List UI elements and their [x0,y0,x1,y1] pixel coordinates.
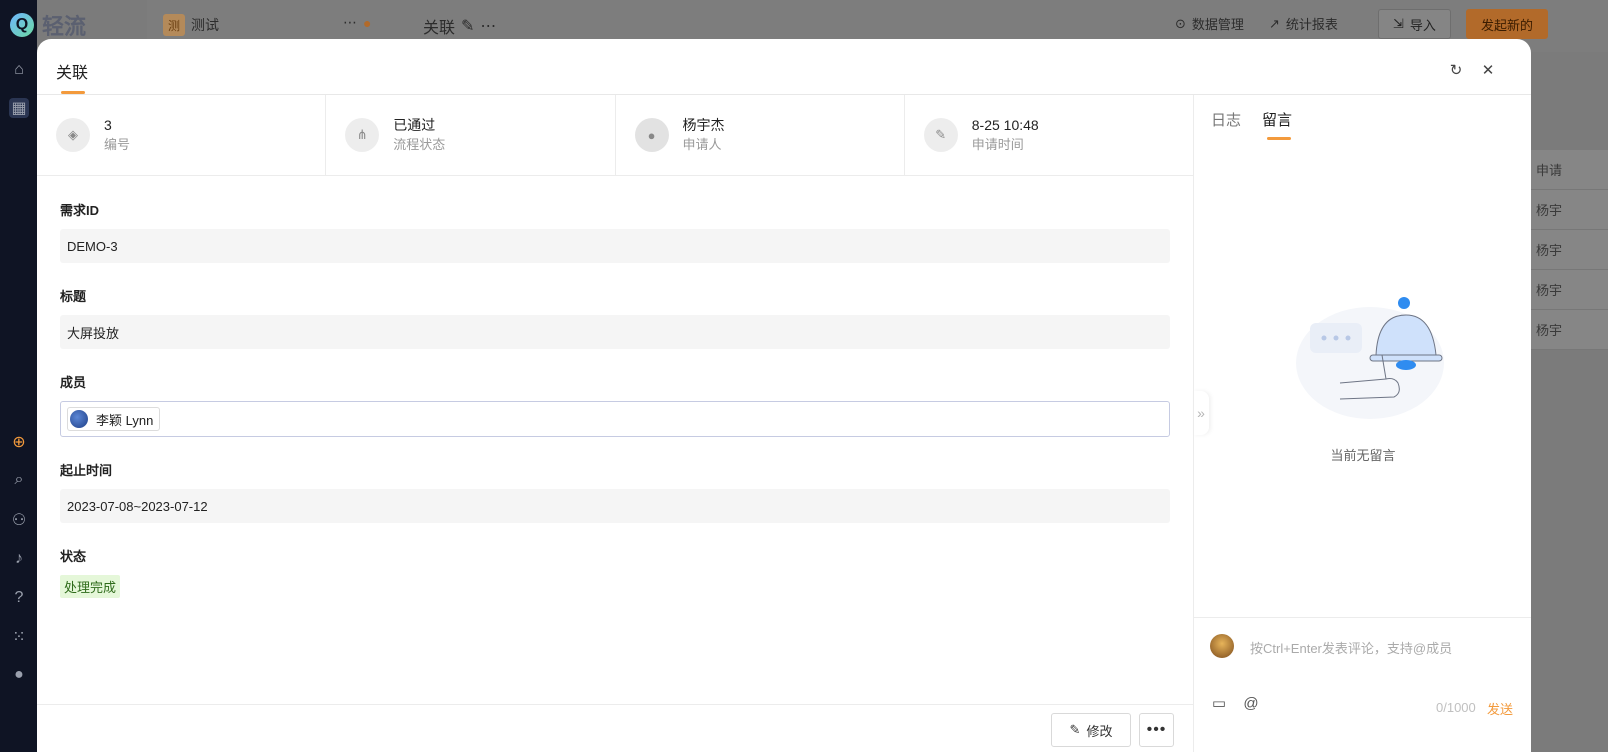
empty-bell-illustration [1296,297,1444,419]
modal-title: 关联 [56,65,89,82]
apply-time-value: 8-25 10:48 [971,117,1039,133]
period-value: 2023-07-08~2023-07-12 [60,489,1170,523]
users-icon[interactable]: ⚇ [9,510,29,530]
apps-icon[interactable]: ▦ [9,98,29,118]
user-avatar[interactable]: ● [9,665,29,685]
serial-value: 3 [104,117,112,133]
flow-status-value: 已通过 [393,117,436,133]
avatar [1210,634,1234,658]
req-id-value: DEMO-3 [60,229,1170,263]
bg-table-column: 申请 杨宇 杨宇 杨宇 杨宇 [1530,150,1608,350]
record-detail: ◈ 3 编号 ⋔ 已通过 流程状态 ● 杨宇杰 申请人 ✎ 8-25 10:48… [37,95,1193,752]
start-new-label: 发起新的 [1481,17,1534,33]
edit-icon: ✎ [923,118,958,152]
field-label: 状态 [60,549,87,564]
field-req-id: 需求ID DEMO-3 [60,200,1170,263]
table-cell: 杨宇 [1530,230,1608,270]
import-button[interactable]: ⇲ 导入 [1378,9,1451,39]
home-icon[interactable]: ⌂ [9,60,29,80]
bell-icon[interactable]: ♪ [9,549,29,569]
more-icon[interactable]: ⋯ ● [343,14,371,31]
info-serial: ◈ 3 编号 [37,95,327,175]
edit-label: 修改 [1086,723,1113,739]
modal-header: 关联 ↻ ✕ [37,39,1531,95]
more-button[interactable]: ••• [1139,713,1174,747]
logo-text: 轻流 [42,14,87,39]
member-name: 李颖 Lynn [96,412,154,428]
comment-panel: 日志 留言 当前无留言 按Ctrl+Enter发表评论，支持@成员 ▭ @ 0/… [1193,95,1531,752]
flow-icon: ⋔ [345,118,380,152]
panel-tabs: 日志 留言 [1194,95,1531,145]
field-label: 成员 [60,375,87,390]
info-applicant: ● 杨宇杰 申请人 [616,95,905,175]
field-period: 起止时间 2023-07-08~2023-07-12 [60,460,1170,523]
close-icon[interactable]: ✕ [1479,61,1497,79]
avatar [70,410,88,428]
mention-icon[interactable]: @ [1242,694,1260,712]
field-label: 需求ID [60,203,100,218]
tab-underline [1267,137,1291,140]
record-modal: 关联 ↻ ✕ ◈ 3 编号 ⋔ 已通过 流程状态 ● 杨宇杰 申请人 ✎ 8-2… [37,39,1531,752]
tab-relation[interactable]: 关联 ✎ ⋯ [423,14,496,38]
app-name: 测试 [191,17,219,33]
serial-label: 编号 [104,137,131,152]
app-title[interactable]: 测 测试 [163,14,219,36]
field-title: 标题 大屏投放 [60,286,1170,349]
chart-icon: ↗ [1269,15,1280,31]
tab-comments[interactable]: 留言 [1262,109,1292,130]
char-count: 0/1000 [1436,700,1476,715]
data-manage-label: 数据管理 [1191,17,1244,32]
send-button[interactable]: 发送 [1487,699,1513,718]
logo-q-icon: Q [10,13,34,37]
app-logo: Q 轻流 [10,10,130,40]
badge-icon: ◈ [56,118,90,152]
field-status: 状态 处理完成 [60,546,1170,598]
member-chip[interactable]: 李颖 Lynn [67,407,161,431]
info-flow-status: ⋔ 已通过 流程状态 [326,95,616,175]
tab-log[interactable]: 日志 [1211,109,1241,130]
record-form: 需求ID DEMO-3 标题 大屏投放 成员 李颖 Lynn 起止时间 2023… [37,176,1193,598]
flow-status-label: 流程状态 [393,137,446,152]
search-icon[interactable]: ⌕ [9,470,29,490]
title-value: 大屏投放 [60,315,1170,349]
comment-composer: 按Ctrl+Enter发表评论，支持@成员 ▭ @ 0/1000 发送 [1194,617,1531,752]
field-member: 成员 李颖 Lynn [60,372,1170,437]
stats-report-link[interactable]: ↗ 统计报表 [1269,14,1338,33]
folder-icon[interactable]: ▭ [1210,694,1228,712]
title-underline [61,91,85,94]
applicant-value: 杨宇杰 [682,117,725,133]
member-field: 李颖 Lynn [60,401,1170,437]
tab-relation-label: 关联 [423,20,456,37]
info-apply-time: ✎ 8-25 10:48 申请时间 [905,95,1193,175]
grid-icon[interactable]: ⁙ [9,627,29,647]
comment-input[interactable]: 按Ctrl+Enter发表评论，支持@成员 [1250,638,1452,657]
add-icon[interactable]: ⊕ [9,432,29,452]
table-cell: 杨宇 [1530,270,1608,310]
wrench-icon[interactable]: ✎ [461,16,474,36]
status-badge: 处理完成 [60,575,121,598]
import-icon: ⇲ [1393,16,1404,31]
empty-state-text: 当前无留言 [1330,448,1396,463]
stats-report-label: 统计报表 [1285,17,1338,32]
modal-footer: ✎ 修改 ••• [37,704,1193,752]
edit-button[interactable]: ✎ 修改 [1051,713,1131,747]
edit-icon: ✎ [1069,722,1081,737]
info-strip: ◈ 3 编号 ⋔ 已通过 流程状态 ● 杨宇杰 申请人 ✎ 8-25 10:48… [37,95,1193,176]
data-manage-link[interactable]: ⊙ 数据管理 [1175,14,1244,33]
app-tag-icon: 测 [163,14,185,36]
table-cell: 杨宇 [1530,310,1608,350]
apply-time-label: 申请时间 [971,137,1024,152]
field-label: 标题 [60,289,87,304]
database-icon: ⊙ [1175,15,1186,31]
applicant-label: 申请人 [682,137,722,152]
avatar-icon: ● [634,118,669,152]
table-cell: 申请 [1530,150,1608,190]
refresh-icon[interactable]: ↻ [1447,61,1465,79]
table-cell: 杨宇 [1530,190,1608,230]
help-icon[interactable]: ? [9,588,29,608]
field-label: 起止时间 [60,463,113,478]
import-label: 导入 [1409,17,1436,33]
start-new-button[interactable]: 发起新的 [1466,9,1549,39]
